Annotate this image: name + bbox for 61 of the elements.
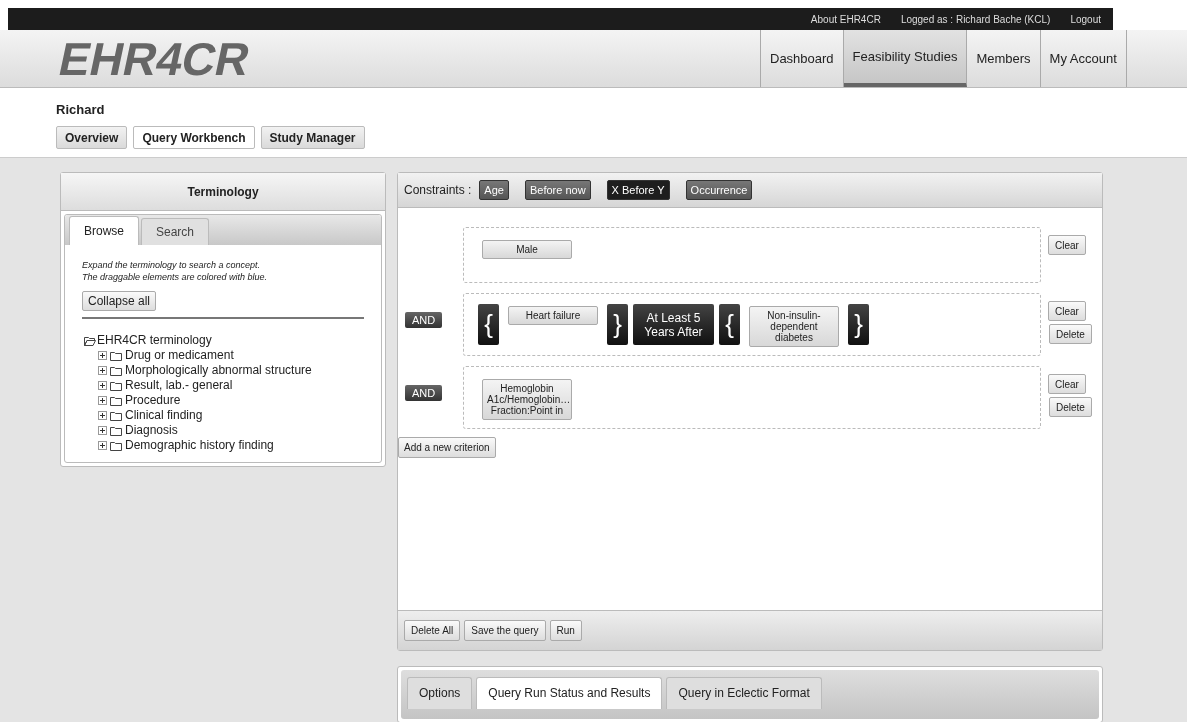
sub-tab[interactable]: Query Workbench <box>133 126 255 149</box>
concept-chip[interactable]: Male <box>482 240 572 259</box>
nav-tab[interactable]: My Account <box>1040 30 1127 87</box>
header-link[interactable]: Logout <box>1070 11 1101 27</box>
logo: EHR4CR <box>55 35 255 82</box>
header-link[interactable]: About EHR4CR <box>810 11 881 27</box>
result-tab[interactable]: Query in Eclectic Format <box>666 676 822 709</box>
login-status: Logged as : Richard Bache (KCL) <box>900 12 1051 27</box>
action-button[interactable]: Save the query <box>464 619 546 641</box>
tree-item[interactable]: Drug or medicament <box>125 348 234 363</box>
criterion-button[interactable]: Delete <box>1049 324 1092 344</box>
sub-tab[interactable]: Overview <box>56 126 128 149</box>
expand-icon[interactable] <box>98 426 107 435</box>
sub-tab[interactable]: Study Manager <box>260 126 365 149</box>
criterion-button[interactable]: Clear <box>1048 301 1086 321</box>
concept-chip[interactable]: Hemoglobin A1c/Hemoglobin… Fraction:Point in <box>482 379 572 420</box>
user-name: Richard <box>56 101 106 119</box>
concept-chip[interactable]: Non-insulin-dependent diabetes <box>749 306 839 347</box>
result-tab[interactable]: Options <box>407 676 473 709</box>
constraint-chip[interactable]: Before now <box>524 180 591 200</box>
constraint-chip[interactable]: X Before Y <box>606 180 670 200</box>
operator-badge: AND <box>405 385 443 401</box>
panel-tab[interactable]: Search <box>141 218 210 245</box>
brace-block: } <box>848 304 869 345</box>
tree-item[interactable]: Demographic history finding <box>125 438 274 453</box>
expand-icon[interactable] <box>98 381 107 390</box>
expand-icon[interactable] <box>98 351 107 360</box>
expand-icon[interactable] <box>98 366 107 375</box>
nav-tab[interactable]: Feasibility Studies <box>843 30 968 87</box>
hint-text: Expand the terminology to search a concept. <box>82 259 262 271</box>
tree-item[interactable]: Procedure <box>125 393 181 408</box>
operator-badge: AND <box>405 312 443 328</box>
relation-block[interactable]: At Least 5 Years After <box>633 304 714 345</box>
panel-tab[interactable]: Browse <box>69 216 139 245</box>
brace-block: { <box>478 304 499 345</box>
collapse-all-button[interactable]: Collapse all <box>82 291 157 311</box>
nav-tab[interactable]: Dashboard <box>761 30 844 87</box>
hint-text: The draggable elements are colored with blue. <box>82 271 269 283</box>
expand-icon[interactable] <box>98 411 107 420</box>
criterion-button[interactable]: Clear <box>1048 235 1086 255</box>
tree-item[interactable]: Morphologically abnormal structure <box>125 363 312 378</box>
result-tab[interactable]: Query Run Status and Results <box>476 676 663 709</box>
brace-block: { <box>719 304 740 345</box>
constraint-chip[interactable]: Age <box>479 180 509 200</box>
brace-block: } <box>607 304 628 345</box>
expand-icon[interactable] <box>98 441 107 450</box>
criterion-button[interactable]: Clear <box>1048 374 1086 394</box>
tree-item[interactable]: EHR4CR terminology <box>97 333 212 348</box>
expand-icon[interactable] <box>98 396 107 405</box>
panel-title: Terminology <box>61 173 385 211</box>
constraints-label: Constraints : <box>404 182 472 199</box>
tree-item[interactable]: Diagnosis <box>125 423 178 438</box>
add-criterion-button[interactable]: Add a new criterion <box>398 437 496 458</box>
tree-item[interactable]: Clinical finding <box>125 408 203 423</box>
tree-item[interactable]: Result, lab.- general <box>125 378 233 393</box>
criterion-button[interactable]: Delete <box>1049 397 1092 417</box>
concept-chip[interactable]: Heart failure <box>508 306 598 325</box>
action-button[interactable]: Run <box>549 619 582 641</box>
nav-tab[interactable]: Members <box>967 30 1041 87</box>
action-button[interactable]: Delete All <box>404 619 461 641</box>
constraint-chip[interactable]: Occurrence <box>685 180 753 200</box>
